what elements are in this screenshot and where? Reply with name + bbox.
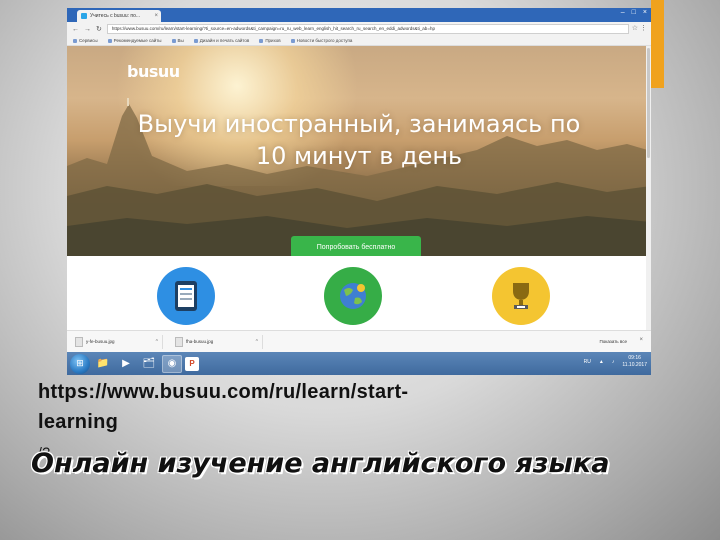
folder-icon[interactable]: 🗂 bbox=[139, 355, 159, 373]
try-free-button[interactable]: Попробовать бесплатно bbox=[291, 236, 421, 256]
star-icon[interactable]: ☆ ⋮ bbox=[632, 24, 647, 32]
bookmark-icon bbox=[171, 38, 176, 43]
volume-icon[interactable]: ♪ bbox=[612, 359, 615, 365]
feature-tablet bbox=[157, 267, 215, 325]
bookmark-icon bbox=[193, 38, 198, 43]
network-icon[interactable]: ▲ bbox=[599, 359, 604, 365]
browser-titlebar: Учитесь с busuu: по... × – □ × bbox=[67, 8, 651, 22]
bookmark-item[interactable]: Новости быстрого доступа bbox=[290, 38, 352, 43]
feature-trophy bbox=[492, 267, 550, 325]
clock[interactable]: 09:16 11.10.2017 bbox=[622, 355, 647, 369]
explorer-icon[interactable]: 📁 bbox=[93, 355, 113, 373]
download-item[interactable]: fha-busuu.jpg ^ bbox=[175, 334, 263, 349]
hero-banner: busuu Выучи иностранный, занимаясь по 10… bbox=[67, 46, 651, 256]
tab-title: Учитесь с busuu: по... bbox=[90, 13, 141, 19]
page-scrollbar[interactable] bbox=[646, 46, 651, 338]
bookmark-item[interactable]: Вы bbox=[171, 38, 184, 43]
bookmark-icon bbox=[107, 38, 112, 43]
download-item[interactable]: y-fe-busuu.jpg ^ bbox=[75, 334, 163, 349]
orange-accent-bar bbox=[651, 0, 664, 88]
caption-url-word: learning bbox=[38, 411, 119, 433]
bookmark-icon bbox=[290, 38, 295, 43]
bookmark-item[interactable]: Рекомендуемые сайты bbox=[107, 38, 162, 43]
slide-title: Онлайн изучение английского языка bbox=[31, 448, 610, 479]
minimize-icon[interactable]: – bbox=[621, 9, 625, 16]
reload-icon[interactable]: ↻ bbox=[96, 25, 102, 33]
browser-screenshot: Учитесь с busuu: по... × – □ × ← → ↻ htt… bbox=[67, 8, 651, 375]
close-window-icon[interactable]: × bbox=[643, 9, 647, 16]
features-row bbox=[67, 256, 651, 338]
hero-headline: Выучи иностранный, занимаясь по 10 минут… bbox=[67, 108, 651, 172]
trophy-icon bbox=[513, 283, 529, 309]
favicon-icon bbox=[81, 13, 87, 19]
headline-line-2: 10 минут в день bbox=[255, 142, 463, 170]
system-tray: RU ▲ ♪ 09:16 11.10.2017 bbox=[584, 355, 647, 369]
forward-icon[interactable]: → bbox=[84, 26, 91, 33]
browser-tab[interactable]: Учитесь с busuu: по... × bbox=[77, 10, 161, 22]
chevron-up-icon[interactable]: ^ bbox=[256, 339, 258, 345]
bookmark-item[interactable]: Сервисы bbox=[73, 38, 98, 43]
close-downloads-icon[interactable]: × bbox=[639, 337, 643, 343]
globe-icon bbox=[340, 283, 366, 309]
bookmarks-bar: Сервисы Рекомендуемые сайты Вы Дизайн и … bbox=[67, 36, 651, 46]
language-indicator[interactable]: RU bbox=[584, 359, 591, 365]
powerpoint-icon[interactable]: P bbox=[185, 356, 199, 371]
file-icon bbox=[75, 336, 83, 347]
url-field[interactable]: https://www.busuu.com/ru/learn/start-lea… bbox=[106, 24, 629, 34]
chrome-icon[interactable]: ◉ bbox=[162, 354, 182, 373]
chevron-up-icon[interactable]: ^ bbox=[156, 339, 158, 345]
file-icon bbox=[175, 336, 183, 347]
windows-start-icon[interactable]: ⊞ bbox=[70, 353, 90, 374]
maximize-icon[interactable]: □ bbox=[632, 9, 636, 16]
address-bar: ← → ↻ https://www.busuu.com/ru/learn/sta… bbox=[67, 22, 651, 36]
headline-line-1: Выучи иностранный, занимаясь по bbox=[137, 110, 581, 138]
bookmark-item[interactable]: Дизайн и печать сайтов bbox=[193, 38, 249, 43]
tab-close-icon[interactable]: × bbox=[154, 13, 158, 19]
feature-globe bbox=[324, 267, 382, 325]
show-all-downloads-link[interactable]: Показать все bbox=[600, 339, 627, 344]
caption-url-line-1: https://www.busuu.com/ru/learn/start- bbox=[38, 381, 409, 403]
scroll-thumb[interactable] bbox=[647, 48, 650, 158]
clock-time: 09:16 bbox=[628, 355, 641, 361]
window-controls: – □ × bbox=[621, 9, 647, 16]
windows-taskbar: ⊞ 📁 ▶ 🗂 ◉ P RU ▲ ♪ 09:16 11.10.2017 bbox=[67, 352, 651, 375]
clock-date: 11.10.2017 bbox=[622, 362, 647, 368]
bookmark-icon bbox=[259, 38, 264, 43]
busuu-logo[interactable]: busuu bbox=[127, 62, 180, 81]
back-icon[interactable]: ← bbox=[72, 26, 79, 33]
bookmark-item[interactable]: Прихов bbox=[259, 38, 281, 43]
tablet-icon bbox=[175, 281, 197, 311]
media-player-icon[interactable]: ▶ bbox=[116, 355, 136, 373]
bookmark-icon bbox=[73, 38, 77, 43]
downloads-bar: y-fe-busuu.jpg ^ fha-busuu.jpg ^ Показат… bbox=[67, 330, 651, 352]
